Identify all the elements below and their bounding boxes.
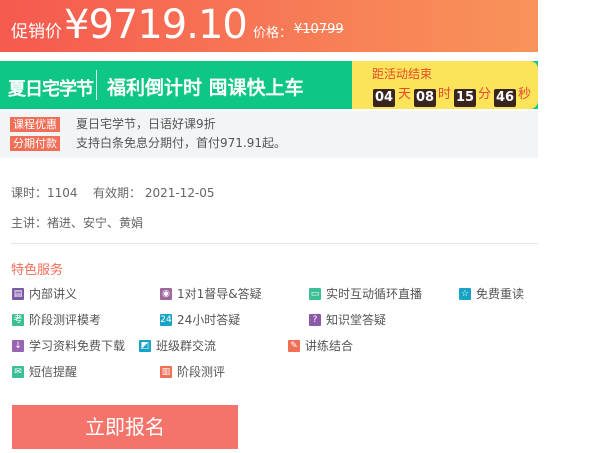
monitor-icon: ▭ [309, 288, 321, 300]
price-banner: 促销价 ¥9719.10 价格： ¥10799 [0, 0, 538, 52]
countdown-minutes: 15 [454, 89, 477, 107]
course-lecturers: 主讲：褚进、安宁、黄娟 [11, 216, 144, 230]
feature-label: 知识堂答疑 [326, 313, 387, 327]
course-hours: 课时：1104 [11, 186, 78, 200]
countdown-hours-unit: 时 [438, 87, 452, 102]
feature-label: 短信提醒 [29, 365, 78, 379]
divider [11, 243, 538, 244]
promo-slogan: 福利倒计时 囤课快上车 [107, 77, 304, 99]
chart-icon: ▥ [160, 366, 172, 378]
feature-label: 阶段测评模考 [29, 313, 102, 327]
question-icon: ? [309, 314, 321, 326]
feature-label: 学习资料免费下载 [29, 339, 126, 353]
original-price-label: 价格： [253, 26, 293, 41]
promo-price-label: 促销价 [11, 22, 62, 42]
feature-label: 阶段测评 [177, 365, 226, 379]
countdown-seconds: 46 [494, 89, 517, 107]
course-validity: 有效期： 2021-12-05 [93, 186, 215, 200]
feature-label: 班级群交流 [156, 339, 217, 353]
features-title: 特色服务 [11, 263, 64, 278]
feature-label: 1对1督导&答疑 [177, 287, 262, 301]
exam-icon: 考 [12, 314, 24, 326]
offer-text-discount: 夏日宅学节，日语好课9折 [76, 117, 216, 131]
original-price-value: ¥10799 [294, 22, 344, 37]
promo-divider [96, 70, 97, 100]
countdown-hours: 08 [414, 89, 437, 107]
feature-label: 内部讲义 [29, 287, 78, 301]
book-icon: ▤ [12, 288, 24, 300]
promo-event-logo: 夏日宅学节 [8, 79, 94, 100]
offer-text-installment: 支持白条免息分期付，首付971.91起。 [76, 136, 286, 150]
star-icon: ☆ [459, 288, 471, 300]
person-icon: ◉ [160, 288, 172, 300]
countdown-minutes-unit: 分 [478, 87, 492, 102]
chat-icon: ◩ [139, 340, 151, 352]
feature-label: 讲练结合 [305, 339, 354, 353]
feature-label: 24小时答疑 [177, 313, 241, 327]
promo-price-value: ¥9719.10 [64, 2, 248, 48]
countdown-label: 距活动结束 [372, 67, 433, 81]
offer-tag-discount: 课程优惠 [10, 117, 60, 132]
message-icon: ✉ [12, 366, 24, 378]
enroll-button[interactable]: 立即报名 [12, 405, 238, 449]
feature-label: 实时互动循环直播 [326, 287, 423, 301]
countdown-seconds-unit: 秒 [518, 87, 532, 102]
countdown-days-unit: 天 [398, 87, 412, 102]
edit-icon: ✎ [288, 340, 300, 352]
countdown-days: 04 [373, 89, 396, 107]
feature-label: 免费重读 [476, 287, 525, 301]
download-icon: ↓ [12, 340, 24, 352]
offer-tag-installment: 分期付款 [10, 136, 60, 151]
clock-24-icon: 24 [160, 314, 172, 326]
